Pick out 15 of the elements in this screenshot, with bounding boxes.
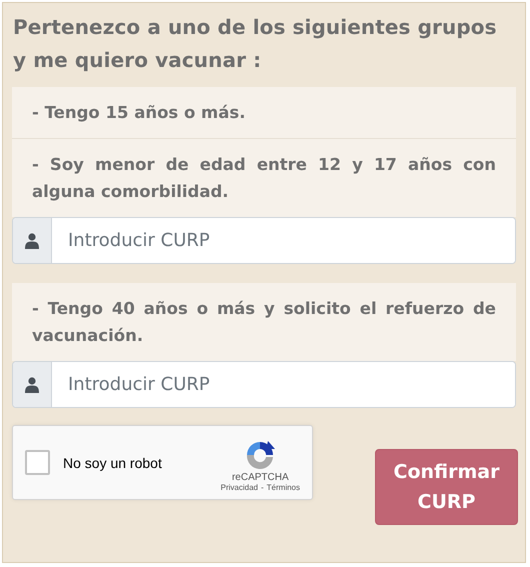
- user-icon: [25, 232, 39, 248]
- captcha-brand: reCAPTCHA: [232, 472, 289, 483]
- terms-link[interactable]: Términos: [266, 483, 300, 492]
- group-description: - Tengo 15 años o más.: [31, 102, 246, 124]
- curp-field[interactable]: Introducir CURP: [12, 217, 516, 264]
- confirm-button[interactable]: Confirmar CURP: [375, 449, 518, 525]
- privacy-link[interactable]: Privacidad: [220, 483, 258, 492]
- group-description: - Tengo 40 años o más y solicito el refuerzo de vacunación.: [31, 298, 497, 347]
- user-icon: [25, 376, 39, 392]
- captcha-checkbox[interactable]: [25, 450, 50, 475]
- form-heading: Pertenezco a uno de los siguientes grupos y me quiero vacunar :: [13, 14, 498, 74]
- recaptcha-logo-icon: [244, 439, 276, 471]
- link-separator: -: [260, 483, 264, 492]
- captcha-label: No soy un robot: [63, 454, 163, 470]
- curp-field[interactable]: Introducir CURP: [12, 361, 516, 408]
